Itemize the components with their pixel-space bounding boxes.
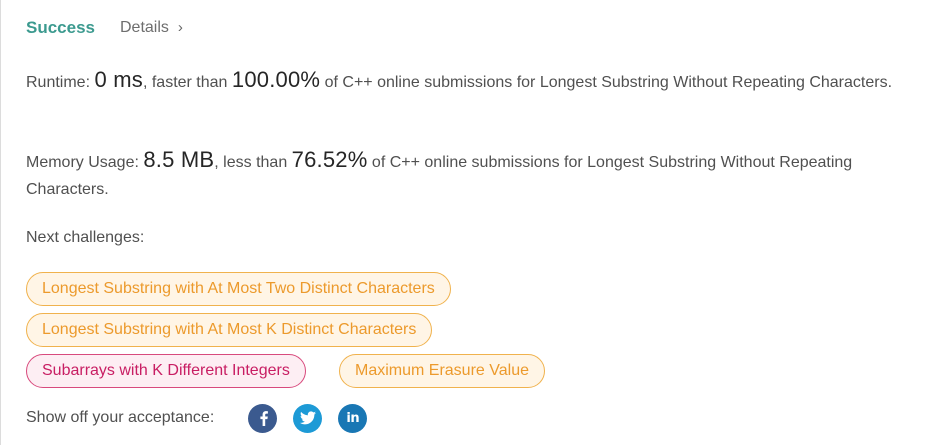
runtime-value: 0 ms [94,67,143,92]
share-row: Show off your acceptance: in [26,403,383,433]
challenge-chip-maximum-erasure[interactable]: Maximum Erasure Value [339,354,545,388]
memory-comparison: , less than [214,154,292,171]
memory-percent: 76.52% [291,147,368,172]
runtime-suffix: of C++ online submissions for Longest Su… [320,74,893,91]
facebook-glyph [260,411,268,426]
status-header: Success Details › [26,16,183,40]
challenge-chip-subarrays-k-different[interactable]: Subarrays with K Different Integers [26,354,306,388]
facebook-icon[interactable] [248,403,278,433]
twitter-glyph [299,411,316,425]
runtime-comparison: , faster than [142,74,232,91]
challenge-chip-two-distinct[interactable]: Longest Substring with At Most Two Disti… [26,272,451,306]
runtime-percent: 100.00% [231,67,321,92]
chevron-right-icon: › [177,18,183,36]
linkedin-glyph: in [346,410,360,426]
next-challenges-label: Next challenges: [26,229,145,246]
challenge-chip-k-distinct[interactable]: Longest Substring with At Most K Distinc… [26,313,433,347]
memory-label: Memory Usage: [26,154,144,171]
details-link[interactable]: Details › [120,19,183,37]
success-tab[interactable]: Success [26,18,95,38]
linkedin-icon[interactable]: in [338,403,368,433]
runtime-label: Runtime: [26,74,95,91]
runtime-result: Runtime: 0 ms, faster than 100.00% of C+… [26,66,926,96]
share-label: Show off your acceptance: [26,409,215,426]
twitter-icon[interactable] [293,403,323,433]
details-label: Details [120,19,169,36]
submission-result-panel: Success Details › Runtime: 0 ms, faster … [0,0,938,445]
memory-result: Memory Usage: 8.5 MB, less than 76.52% o… [26,146,926,203]
memory-value: 8.5 MB [143,147,215,172]
